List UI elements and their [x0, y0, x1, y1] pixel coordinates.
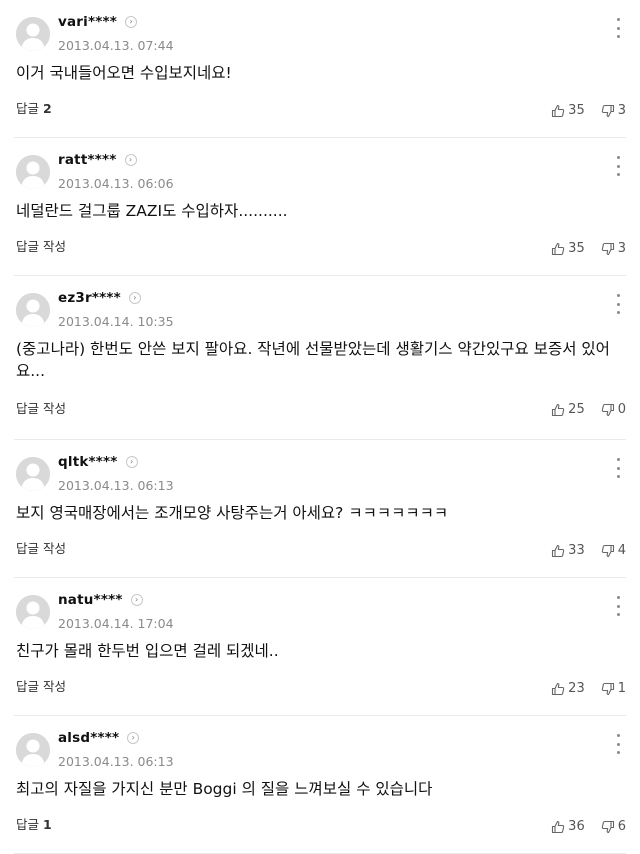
thumbs-down-icon	[601, 242, 614, 255]
dislike-button[interactable]: 0	[601, 402, 626, 417]
dislike-count: 3	[617, 241, 626, 256]
reply-label: 답글	[16, 101, 40, 116]
reply-button[interactable]: 답글 1	[16, 814, 52, 833]
comment-date: 2013.04.13. 07:44	[58, 38, 174, 53]
default-avatar-icon	[16, 293, 50, 327]
like-count: 35	[568, 241, 585, 256]
comment-item: vari**** › 2013.04.13. 07:44 이거 국내들어오면 수…	[14, 0, 626, 138]
reply-label: 답글 작성	[16, 239, 66, 254]
like-count: 25	[568, 402, 585, 417]
like-button[interactable]: 25	[551, 402, 585, 417]
more-options-icon[interactable]	[614, 458, 622, 478]
thumbs-up-icon	[552, 544, 565, 557]
dislike-count: 0	[617, 402, 626, 417]
comment-nickname[interactable]: vari****	[58, 14, 117, 30]
chevron-right-icon[interactable]: ›	[130, 594, 143, 606]
reply-button[interactable]: 답글 작성	[16, 236, 66, 255]
comment-nickname[interactable]: alsd****	[58, 730, 119, 746]
comment-item: ratt**** › 2013.04.13. 06:06 네덜란드 걸그룹 ZA…	[14, 138, 626, 276]
comment-item: ez3r**** › 2013.04.14. 10:35 (중고나라) 한번도 …	[14, 276, 626, 440]
thumbs-up-icon	[552, 820, 565, 833]
reply-button[interactable]: 답글 작성	[16, 398, 66, 417]
avatar[interactable]	[16, 595, 50, 629]
reply-button[interactable]: 답글 작성	[16, 538, 66, 557]
default-avatar-icon	[16, 457, 50, 491]
more-options-icon[interactable]	[614, 18, 622, 38]
thumbs-down-icon	[601, 544, 614, 557]
default-avatar-icon	[16, 733, 50, 767]
like-count: 33	[568, 543, 585, 558]
dislike-button[interactable]: 3	[601, 241, 626, 256]
comment-nickname[interactable]: natu****	[58, 592, 123, 608]
default-avatar-icon	[16, 155, 50, 189]
avatar[interactable]	[16, 155, 50, 189]
avatar[interactable]	[16, 293, 50, 327]
like-button[interactable]: 23	[551, 681, 585, 696]
like-count: 23	[568, 681, 585, 696]
comment-nickname[interactable]: qltk****	[58, 454, 118, 470]
comment-date: 2013.04.13. 06:13	[58, 754, 174, 769]
thumbs-up-icon	[552, 682, 565, 695]
comment-text: 이거 국내들어오면 수입보지네요!	[16, 64, 232, 82]
thumbs-down-icon	[601, 820, 614, 833]
reply-count: 1	[43, 817, 52, 832]
more-options-icon[interactable]	[614, 294, 622, 314]
more-options-icon[interactable]	[614, 156, 622, 176]
dislike-button[interactable]: 6	[601, 819, 626, 834]
reply-count: 2	[43, 101, 52, 116]
comment-nickname[interactable]: ratt****	[58, 152, 117, 168]
dislike-count: 3	[617, 103, 626, 118]
comment-date: 2013.04.13. 06:06	[58, 176, 174, 191]
chevron-right-icon[interactable]: ›	[125, 16, 138, 28]
like-button[interactable]: 35	[551, 103, 585, 118]
comment-text: (중고나라) 한번도 안쓴 보지 팔아요. 작년에 선물받았는데 생활기스 약간…	[16, 340, 610, 380]
comment-text: 네덜란드 걸그룹 ZAZI도 수입하자..........	[16, 202, 288, 220]
reply-button[interactable]: 답글 작성	[16, 676, 66, 695]
comment-text: 최고의 자질을 가지신 분만 Boggi 의 질을 느껴보실 수 있습니다	[16, 780, 433, 798]
comment-list: vari**** › 2013.04.13. 07:44 이거 국내들어오면 수…	[0, 0, 640, 854]
comment-text: 보지 영국매장에서는 조개모양 사탕주는거 아세요? ㅋㅋㅋㅋㅋㅋㅋ	[16, 504, 449, 522]
avatar[interactable]	[16, 733, 50, 767]
dislike-count: 6	[617, 819, 626, 834]
like-count: 36	[568, 819, 585, 834]
comment-date: 2013.04.14. 17:04	[58, 616, 174, 631]
more-options-icon[interactable]	[614, 596, 622, 616]
thumbs-down-icon	[601, 403, 614, 416]
comment-nickname[interactable]: ez3r****	[58, 290, 121, 306]
like-button[interactable]: 35	[551, 241, 585, 256]
default-avatar-icon	[16, 17, 50, 51]
comment-item: alsd**** › 2013.04.13. 06:13 최고의 자질을 가지신…	[14, 716, 626, 854]
thumbs-up-icon	[552, 104, 565, 117]
comment-text: 친구가 몰래 한두번 입으면 걸레 되겠네..	[16, 642, 279, 660]
avatar[interactable]	[16, 457, 50, 491]
dislike-button[interactable]: 1	[601, 681, 626, 696]
dislike-button[interactable]: 4	[601, 543, 626, 558]
reply-button[interactable]: 답글 2	[16, 98, 52, 117]
like-count: 35	[568, 103, 585, 118]
comment-item: qltk**** › 2013.04.13. 06:13 보지 영국매장에서는 …	[14, 440, 626, 578]
chevron-right-icon[interactable]: ›	[128, 292, 141, 304]
chevron-right-icon[interactable]: ›	[125, 456, 138, 468]
more-options-icon[interactable]	[614, 734, 622, 754]
comment-item: natu**** › 2013.04.14. 17:04 친구가 몰래 한두번 …	[14, 578, 626, 716]
thumbs-up-icon	[552, 403, 565, 416]
dislike-count: 1	[617, 681, 626, 696]
reply-label: 답글 작성	[16, 541, 66, 556]
thumbs-up-icon	[552, 242, 565, 255]
default-avatar-icon	[16, 595, 50, 629]
like-button[interactable]: 36	[551, 819, 585, 834]
reply-label: 답글	[16, 817, 40, 832]
chevron-right-icon[interactable]: ›	[124, 154, 137, 166]
thumbs-down-icon	[601, 682, 614, 695]
reply-label: 답글 작성	[16, 679, 66, 694]
like-button[interactable]: 33	[551, 543, 585, 558]
avatar[interactable]	[16, 17, 50, 51]
comment-date: 2013.04.14. 10:35	[58, 314, 174, 329]
dislike-count: 4	[617, 543, 626, 558]
thumbs-down-icon	[601, 104, 614, 117]
dislike-button[interactable]: 3	[601, 103, 626, 118]
reply-label: 답글 작성	[16, 401, 66, 416]
comment-date: 2013.04.13. 06:13	[58, 478, 174, 493]
chevron-right-icon[interactable]: ›	[127, 732, 140, 744]
